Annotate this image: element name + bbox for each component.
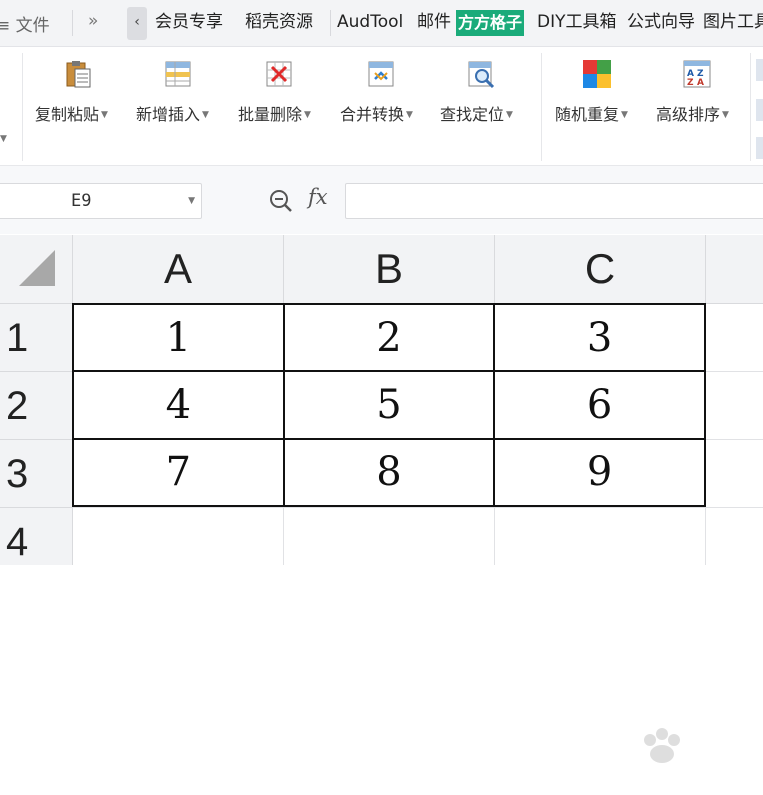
row-header-label: 1 bbox=[6, 316, 29, 360]
cell-b2[interactable]: 5 bbox=[282, 370, 496, 440]
ribbon-divider bbox=[541, 53, 542, 161]
tab-fangfanggezi[interactable]: 方方格子 bbox=[456, 10, 525, 36]
cell-a1[interactable]: 1 bbox=[72, 302, 285, 373]
find-locate-button[interactable]: 查找定位 ▼ bbox=[436, 47, 528, 165]
menu-divider bbox=[72, 10, 73, 36]
ribbon-toolbar: ▼ 复制粘贴 ▼ 新增插入 ▼ 批量删除 ▼ 合并转换 ▼ 查找定位 ▼ 随机重… bbox=[0, 47, 763, 166]
merge-convert-icon bbox=[368, 61, 394, 87]
random-repeat-label: 随机重复 bbox=[555, 105, 620, 124]
column-header-b[interactable]: B bbox=[284, 235, 495, 304]
spreadsheet-grid: A B C 1 2 3 4 1 2 3 4 5 6 7 8 9 bbox=[0, 235, 763, 763]
row-header-1[interactable]: 1 bbox=[0, 304, 73, 372]
column-header-a[interactable]: A bbox=[73, 235, 284, 304]
cell-b1[interactable]: 2 bbox=[282, 302, 496, 373]
gridline bbox=[73, 507, 763, 508]
tab-image-tools[interactable]: 图片工具 bbox=[703, 11, 763, 33]
column-header-c[interactable]: C bbox=[495, 235, 706, 304]
chevron-down-icon: ▼ bbox=[506, 110, 513, 120]
table-row: 1 2 3 bbox=[72, 302, 706, 373]
menu-tab-bar: ≡ 文件 » ‹ 会员专享 稻壳资源 AudTool 邮件 方方格子 DIY工具… bbox=[0, 0, 763, 47]
row-header-label: 4 bbox=[6, 520, 29, 564]
cell-b3[interactable]: 8 bbox=[282, 437, 496, 508]
svg-text:A: A bbox=[697, 78, 704, 88]
tab-audtool[interactable]: AudTool bbox=[337, 11, 403, 33]
row-header-2[interactable]: 2 bbox=[0, 372, 73, 440]
select-all-icon bbox=[19, 250, 55, 286]
tab-member[interactable]: 会员专享 bbox=[155, 11, 223, 33]
cell-a2[interactable]: 4 bbox=[72, 370, 285, 440]
random-repeat-icon bbox=[583, 60, 611, 88]
column-header-d[interactable] bbox=[706, 235, 763, 304]
find-locate-icon bbox=[468, 61, 495, 89]
file-menu[interactable]: ≡ 文件 bbox=[0, 11, 50, 36]
ribbon-divider bbox=[22, 53, 23, 161]
chevron-down-icon: ▼ bbox=[304, 110, 311, 120]
cell-c2[interactable]: 6 bbox=[493, 370, 706, 440]
cell-a3[interactable]: 7 bbox=[72, 437, 285, 508]
cell-reference: E9 bbox=[71, 191, 92, 211]
chevron-down-icon: ▼ bbox=[722, 110, 729, 120]
row-header-label: 2 bbox=[6, 384, 29, 428]
scroll-left-icon[interactable]: ‹ bbox=[127, 7, 147, 40]
zoom-out-icon[interactable] bbox=[268, 188, 294, 214]
batch-delete-button[interactable]: 批量删除 ▼ bbox=[234, 47, 326, 165]
copy-paste-label: 复制粘贴 bbox=[35, 105, 100, 124]
find-locate-label: 查找定位 bbox=[440, 105, 505, 124]
chevron-down-icon[interactable]: ▼ bbox=[0, 134, 7, 144]
chevron-down-icon[interactable]: ▼ bbox=[188, 196, 195, 206]
copy-paste-button[interactable]: 复制粘贴 ▼ bbox=[30, 47, 122, 165]
random-repeat-button[interactable]: 随机重复 ▼ bbox=[550, 47, 644, 165]
merge-convert-label: 合并转换 bbox=[340, 105, 405, 124]
insert-button[interactable]: 新增插入 ▼ bbox=[132, 47, 224, 165]
chevron-down-icon: ▼ bbox=[202, 110, 209, 120]
more-tabs-icon[interactable]: » bbox=[88, 11, 98, 31]
data-table: 1 2 3 4 5 6 7 8 9 bbox=[72, 302, 706, 508]
ribbon-overflow-icon[interactable] bbox=[756, 59, 763, 81]
cell-c1[interactable]: 3 bbox=[493, 302, 706, 373]
insert-function-icon[interactable]: fx bbox=[308, 185, 328, 209]
row-header-4[interactable]: 4 bbox=[0, 508, 73, 565]
batch-delete-label: 批量删除 bbox=[238, 105, 303, 124]
chevron-down-icon: ▼ bbox=[621, 110, 628, 120]
cell-c3[interactable]: 9 bbox=[493, 437, 706, 508]
ribbon-overflow-icon[interactable] bbox=[756, 137, 763, 159]
chevron-down-icon: ▼ bbox=[406, 110, 413, 120]
chevron-down-icon: ▼ bbox=[101, 110, 108, 120]
tab-diy-toolbox[interactable]: DIY工具箱 bbox=[537, 11, 617, 33]
row-header-label: 3 bbox=[6, 452, 29, 496]
advanced-sort-button[interactable]: A Z Z A 高级排序 ▼ bbox=[652, 47, 744, 165]
copy-paste-icon bbox=[66, 61, 91, 88]
formula-input[interactable] bbox=[345, 183, 763, 219]
tab-formula-wizard[interactable]: 公式向导 bbox=[627, 11, 695, 33]
menu-divider bbox=[330, 10, 331, 36]
select-all-corner[interactable] bbox=[0, 235, 73, 304]
formula-bar: E9 ▼ fx bbox=[0, 166, 763, 234]
insert-icon bbox=[165, 61, 191, 87]
advanced-sort-icon: A Z Z A bbox=[683, 60, 711, 88]
tab-mail[interactable]: 邮件 bbox=[417, 11, 451, 33]
batch-delete-icon bbox=[266, 61, 292, 87]
table-row: 7 8 9 bbox=[72, 437, 706, 508]
tab-docer-resources[interactable]: 稻壳资源 bbox=[245, 11, 313, 33]
row-header-3[interactable]: 3 bbox=[0, 440, 73, 508]
insert-label: 新增插入 bbox=[136, 105, 201, 124]
ribbon-divider bbox=[750, 53, 751, 161]
merge-convert-button[interactable]: 合并转换 ▼ bbox=[336, 47, 428, 165]
ribbon-overflow-icon[interactable] bbox=[756, 99, 763, 121]
svg-text:Z: Z bbox=[687, 78, 694, 88]
advanced-sort-label: 高级排序 bbox=[656, 105, 721, 124]
name-box[interactable]: E9 ▼ bbox=[0, 183, 202, 219]
watermark-logo bbox=[644, 728, 680, 763]
table-row: 4 5 6 bbox=[72, 370, 706, 440]
